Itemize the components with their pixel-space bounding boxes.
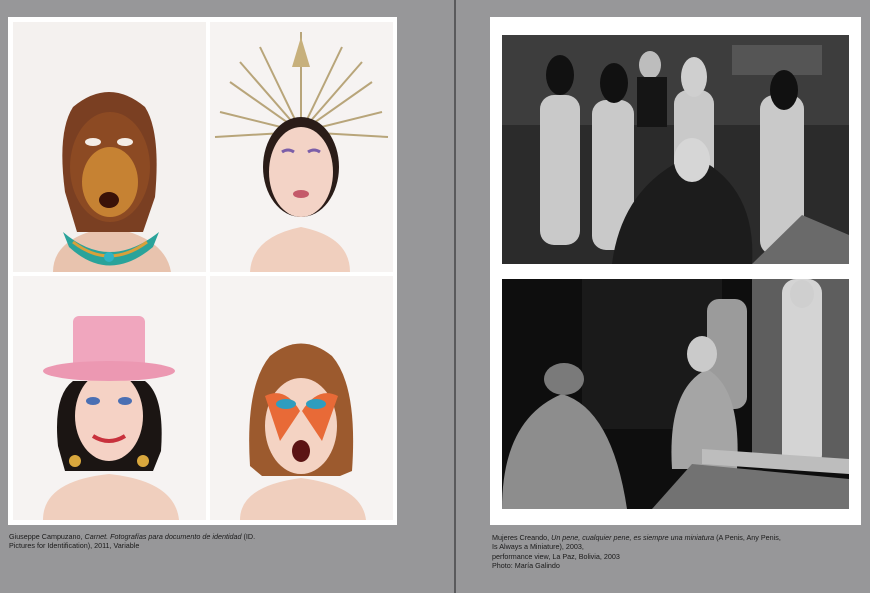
right-caption-title: Un pene, cualquier pene, es siempre una … xyxy=(551,533,715,542)
left-caption-artist: Giuseppe Campuzano, xyxy=(9,532,85,541)
portrait-grid xyxy=(8,17,397,525)
right-caption-photo-credit: Photo: María Galindo xyxy=(492,561,560,571)
spread-gutter xyxy=(454,0,456,593)
portrait-pink-hat xyxy=(13,276,206,520)
left-caption-title: Carnet. Fotografías para documento de id… xyxy=(84,532,242,541)
right-caption-artist: Mujeres Creando, xyxy=(492,533,552,542)
photo-masked-performers xyxy=(502,35,849,264)
portrait-bronze-face xyxy=(13,22,206,272)
left-caption: Giuseppe Campuzano, Carnet. Fotografías … xyxy=(9,532,269,551)
right-caption-location: performance view, La Paz, Bolivia, 2003 xyxy=(492,551,620,561)
portrait-halo-crown xyxy=(210,22,393,272)
portrait-glam-makeup xyxy=(210,276,393,520)
photo-night-performance xyxy=(502,279,849,509)
right-caption: Mujeres Creando, Un pene, cualquier pene… xyxy=(492,533,782,571)
photo-page xyxy=(490,17,861,525)
